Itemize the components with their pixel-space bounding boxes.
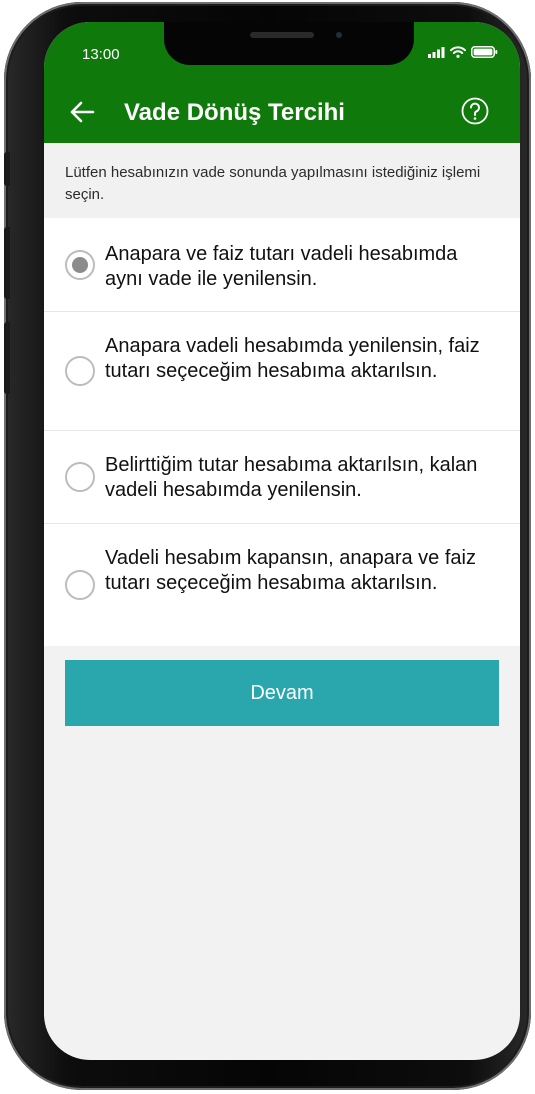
option-transfer-amount-renew-rest[interactable]: Belirttiğim tutar hesabıma aktarılsın, k… — [44, 430, 520, 524]
option-renew-principal-and-interest[interactable]: Anapara ve faiz tutarı vadeli hesabımda … — [44, 218, 520, 311]
phone-frame: 13:00 Vade Dönüş Tercihi Lütfen hesabını… — [4, 2, 531, 1090]
phone-notch — [164, 22, 414, 65]
option-label: Anapara ve faiz tutarı vadeli hesabımda … — [105, 243, 458, 290]
screen: 13:00 Vade Dönüş Tercihi Lütfen hesabını… — [44, 22, 520, 1060]
signal-icon — [428, 46, 445, 58]
radio-button-selected[interactable] — [65, 250, 95, 280]
radio-button[interactable] — [65, 462, 95, 492]
app-header: Vade Dönüş Tercihi — [44, 85, 520, 143]
speaker-grille — [250, 32, 314, 38]
option-label: Belirttiğim tutar hesabıma aktarılsın, k… — [105, 454, 478, 501]
back-button[interactable] — [66, 96, 98, 128]
option-close-account-transfer-all[interactable]: Vadeli hesabım kapansın, anapara ve faiz… — [44, 523, 520, 646]
mute-switch — [4, 152, 10, 186]
radio-button[interactable] — [65, 570, 95, 600]
continue-button[interactable]: Devam — [65, 660, 499, 726]
radio-button[interactable] — [65, 356, 95, 386]
arrow-left-icon — [70, 101, 95, 123]
intro-text: Lütfen hesabınızın vade sonunda yapılmas… — [65, 164, 481, 203]
intro-section: Lütfen hesabınızın vade sonunda yapılmas… — [44, 143, 520, 218]
question-circle-icon — [461, 97, 489, 125]
option-label: Anapara vadeli hesabımda yenilensin, fai… — [105, 335, 480, 382]
volume-up-button — [4, 227, 10, 299]
option-list: Anapara ve faiz tutarı vadeli hesabımda … — [44, 218, 520, 646]
wifi-icon — [450, 46, 466, 58]
option-label: Vadeli hesabım kapansın, anapara ve faiz… — [105, 547, 476, 594]
volume-down-button — [4, 322, 10, 394]
battery-icon — [471, 46, 498, 58]
front-camera — [336, 32, 342, 38]
option-renew-principal-transfer-interest[interactable]: Anapara vadeli hesabımda yenilensin, fai… — [44, 311, 520, 431]
help-button[interactable] — [460, 96, 490, 126]
status-icons — [428, 46, 498, 58]
page-title: Vade Dönüş Tercihi — [124, 99, 345, 126]
status-time: 13:00 — [82, 46, 120, 63]
